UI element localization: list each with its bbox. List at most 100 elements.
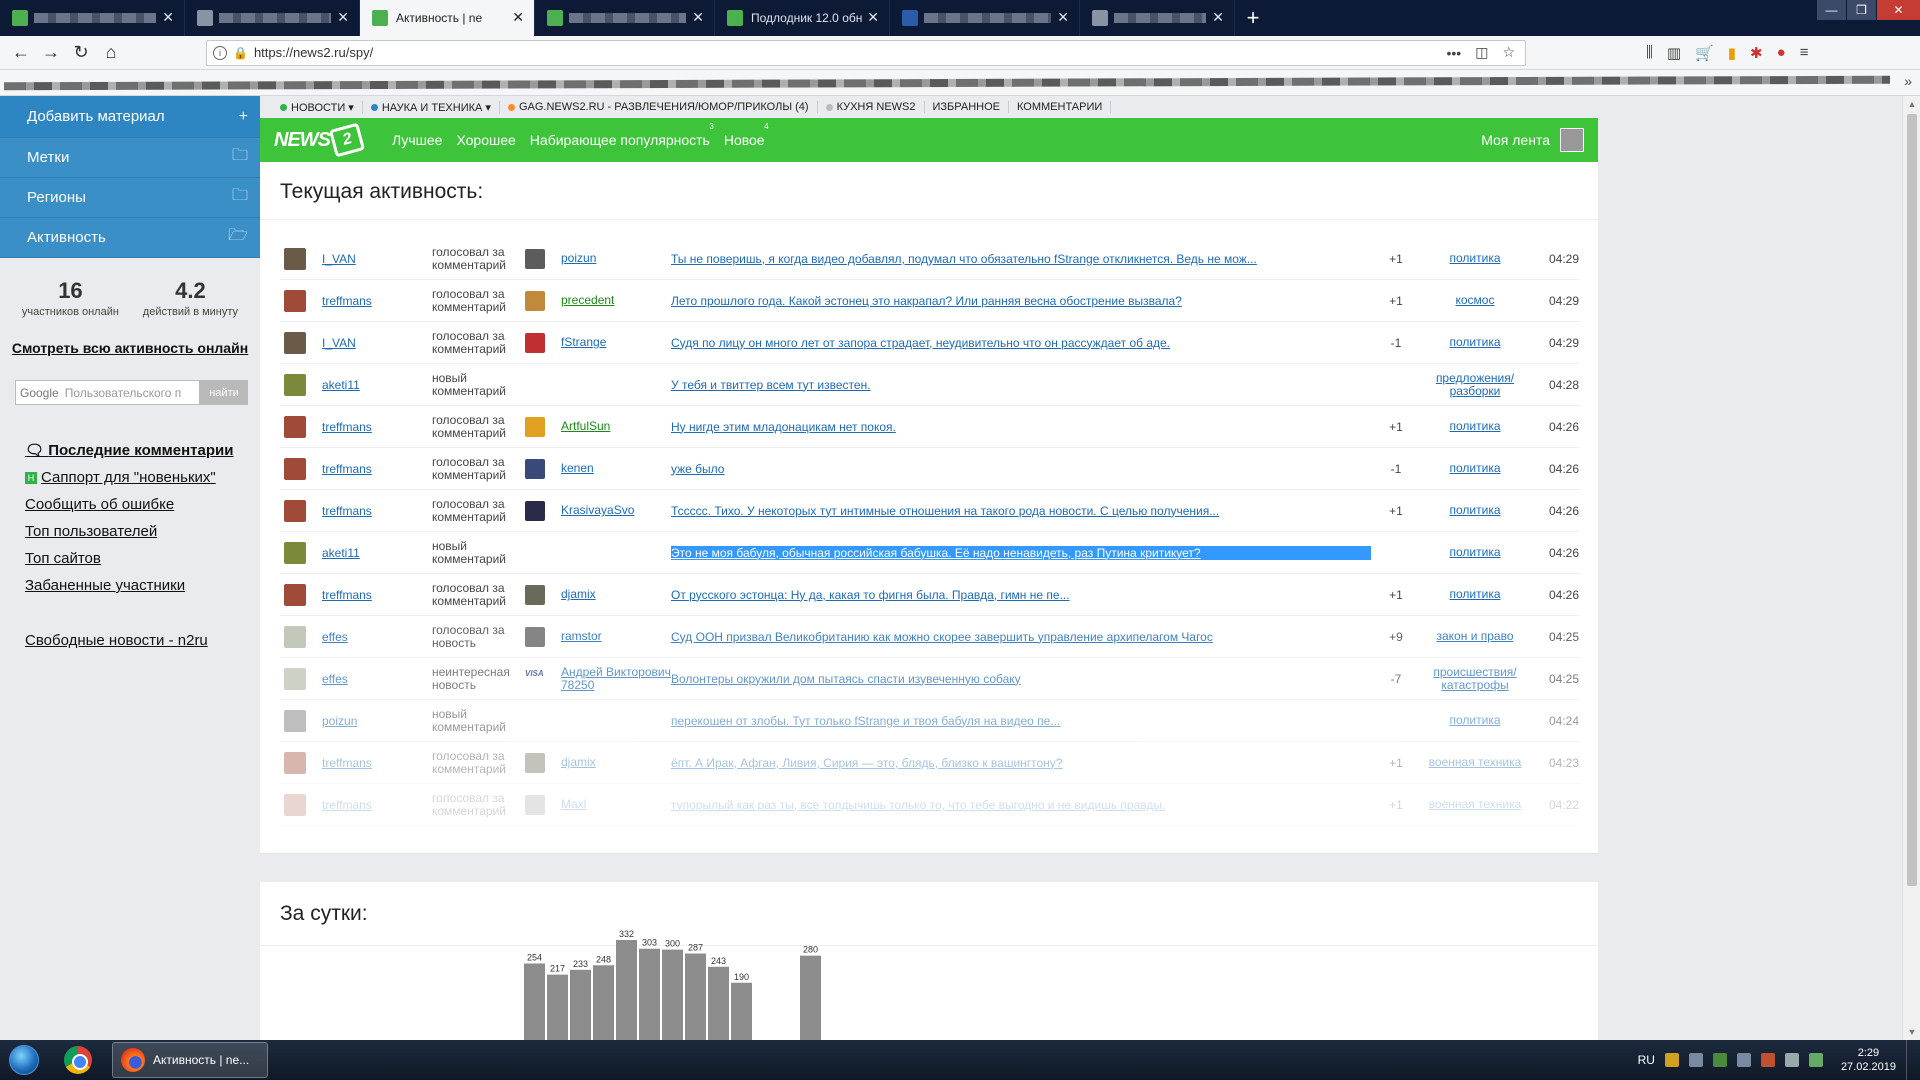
target-avatar[interactable] (525, 290, 545, 311)
clock[interactable]: 2:29 27.02.2019 (1841, 1046, 1896, 1074)
site-nav-item[interactable]: НАУКА И ТЕХНИКА ▾ (363, 100, 500, 114)
target-avatar[interactable] (525, 626, 545, 647)
page-scrollbar[interactable]: ▲ ▼ (1902, 96, 1920, 1040)
user-avatar[interactable] (284, 583, 306, 606)
main-nav-link[interactable]: Набирающее популярность 3 (530, 122, 714, 148)
search-button[interactable]: найти (200, 380, 248, 405)
user-avatar[interactable] (284, 667, 306, 690)
activity-text-link[interactable]: У тебя и твиттер всем тут известен. (671, 378, 1371, 392)
tab-close-icon[interactable]: ✕ (867, 10, 879, 24)
target-user-link[interactable]: djamix (561, 756, 671, 769)
taskbar-chrome[interactable] (48, 1041, 108, 1079)
bookmark-star-icon[interactable]: ☆ (1498, 44, 1519, 61)
target-user-link[interactable]: poizun (561, 252, 671, 265)
user-avatar[interactable] (284, 289, 306, 312)
activity-text-link[interactable]: перекошен от злобы. Тут только fStrange … (671, 714, 1371, 728)
user-avatar[interactable] (284, 541, 306, 564)
browser-tab[interactable]: ✕ (0, 0, 185, 36)
category-link[interactable]: военная техника (1421, 756, 1529, 769)
info-icon[interactable]: i (213, 45, 227, 60)
scrollbar-thumb[interactable] (1907, 114, 1917, 886)
category-link[interactable]: политика (1421, 336, 1529, 349)
volume-icon[interactable] (1784, 1053, 1799, 1067)
category-link[interactable]: политика (1421, 588, 1529, 601)
target-avatar[interactable]: VISA (525, 669, 545, 689)
my-feed[interactable]: Моя лента (1481, 128, 1584, 152)
tray-icon[interactable] (1712, 1053, 1727, 1067)
target-avatar[interactable] (525, 752, 545, 773)
activity-text-link[interactable]: тупорылый как раз ты, все толдычишь толь… (671, 798, 1371, 812)
user-link[interactable]: I_VAN (322, 336, 432, 350)
tab-close-icon[interactable]: ✕ (512, 10, 524, 24)
battery-icon[interactable] (1808, 1053, 1823, 1067)
new-tab-button[interactable]: + (1235, 0, 1271, 36)
category-link[interactable]: политика (1421, 252, 1529, 265)
page-actions-icon[interactable]: ••• (1442, 45, 1465, 61)
category-link[interactable]: политика (1421, 420, 1529, 433)
category-link[interactable]: космос (1421, 294, 1529, 307)
category-link[interactable]: политика (1421, 462, 1529, 475)
category-link[interactable]: политика (1421, 714, 1529, 727)
tab-close-icon[interactable]: ✕ (1212, 10, 1224, 24)
user-avatar[interactable] (284, 499, 306, 522)
tray-icon[interactable] (1760, 1053, 1775, 1067)
category-link[interactable]: происшествия/катастрофы (1421, 665, 1529, 692)
sidebar-link[interactable]: Топ сайтов (25, 550, 260, 567)
user-link[interactable]: poizun (322, 714, 432, 728)
sidebar-link[interactable]: Топ пользователей (25, 523, 260, 540)
activity-text-link[interactable]: Волонтеры окружили дом пытаясь спасти из… (671, 672, 1371, 686)
activity-text-link[interactable]: уже было (671, 462, 1371, 476)
flag-icon[interactable]: ▮ (1728, 44, 1736, 62)
cart-icon[interactable]: 🛒 (1695, 44, 1714, 62)
browser-tab[interactable]: Подлодник 12.0 обн ✕ (715, 0, 890, 36)
site-nav-item[interactable]: GAG.NEWS2.RU - РАЗВЛЕЧЕНИЯ/ЮМОР/ПРИКОЛЫ … (500, 101, 818, 113)
target-user-link[interactable]: fStrange (561, 336, 671, 349)
home-button[interactable]: ⌂ (96, 39, 126, 67)
target-avatar[interactable] (525, 794, 545, 815)
target-avatar[interactable] (525, 332, 545, 353)
site-logo[interactable]: NEWS 2 (274, 122, 366, 158)
see-all-activity-link[interactable]: Смотреть всю активность онлайн (0, 340, 260, 356)
category-link[interactable]: военная техника (1421, 798, 1529, 811)
tab-close-icon[interactable]: ✕ (162, 10, 174, 24)
main-nav-link[interactable]: Хорошее (456, 132, 515, 148)
browser-tab[interactable]: ✕ (535, 0, 715, 36)
language-indicator[interactable]: RU (1638, 1053, 1655, 1067)
user-avatar[interactable] (284, 793, 306, 816)
user-avatar[interactable] (284, 415, 306, 438)
target-user-link[interactable]: precedent (561, 294, 671, 307)
category-link[interactable]: предложения/разборки (1421, 371, 1529, 398)
main-nav-link[interactable]: Новое 4 (724, 122, 769, 148)
sidebar-link[interactable]: Свободные новости - n2ru (25, 632, 260, 649)
category-link[interactable]: политика (1421, 546, 1529, 559)
sidebar-link[interactable]: Забаненные участники (25, 577, 260, 594)
user-link[interactable]: aketi11 (322, 378, 432, 392)
target-user-link[interactable]: Андрей Викторович 78250 (561, 665, 671, 692)
activity-text-link[interactable]: Тссссс. Тихо. У некоторых тут интимные о… (671, 504, 1371, 518)
activity-text-link[interactable]: ёпт. А Ирак, Афган, Ливия, Сирия — это, … (671, 756, 1371, 770)
search-input[interactable]: Google Пользовательского п (15, 380, 200, 405)
activity-text-link[interactable]: Лето прошлого года. Какой эстонец это на… (671, 294, 1371, 308)
menu-icon[interactable]: ≡ (1800, 44, 1809, 61)
site-nav-item[interactable]: КОММЕНТАРИИ (1009, 101, 1112, 113)
taskbar-firefox[interactable]: Активность | ne... (112, 1042, 268, 1078)
activity-text-link[interactable]: Ну нигде этим младонацикам нет покоя. (671, 420, 1371, 434)
browser-tab[interactable]: ✕ (185, 0, 360, 36)
reload-button[interactable]: ↻ (66, 39, 96, 67)
target-avatar[interactable] (525, 584, 545, 605)
extension-icon[interactable]: ✱ (1750, 44, 1763, 62)
user-link[interactable]: aketi11 (322, 546, 432, 560)
sidebar-link[interactable]: 🗨 Последние комментарии (25, 441, 260, 459)
browser-tab[interactable]: Активность | ne ✕ (360, 0, 535, 36)
activity-text-link[interactable]: От русского эстонца: Ну да, какая то фиг… (671, 588, 1371, 602)
user-link[interactable]: treffmans (322, 294, 432, 308)
sidebar-icon[interactable]: ▥ (1667, 44, 1681, 62)
activity-text-link[interactable]: Ты не поверишь, я когда видео добавлял, … (671, 252, 1371, 266)
main-nav-link[interactable]: Лучшее (392, 132, 442, 148)
scroll-up-icon[interactable]: ▲ (1903, 99, 1920, 109)
sidebar-item[interactable]: Регионы 🗀 (0, 178, 260, 218)
tab-close-icon[interactable]: ✕ (337, 10, 349, 24)
target-avatar[interactable] (525, 500, 545, 521)
user-link[interactable]: treffmans (322, 504, 432, 518)
activity-text-link[interactable]: Суд ООН призвал Великобританию как можно… (671, 630, 1371, 644)
